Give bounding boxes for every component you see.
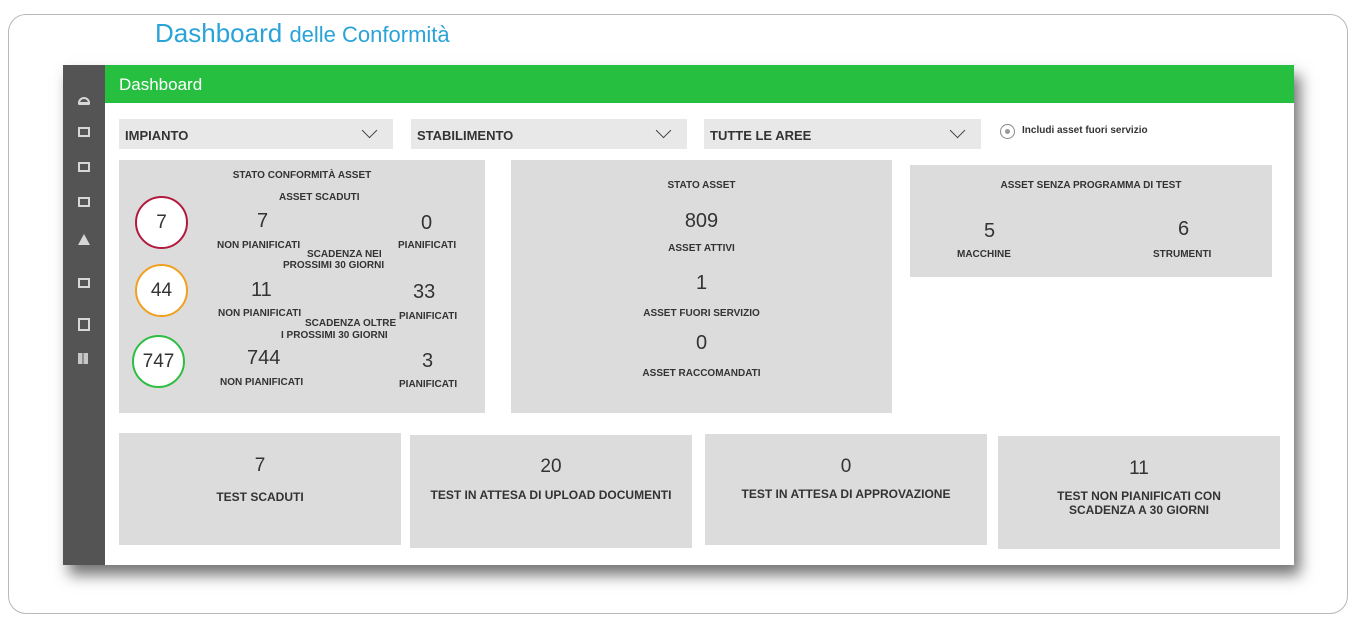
tablet-icon[interactable] <box>78 318 90 331</box>
page-title: Dashboard delle Conformità <box>139 17 466 51</box>
due30-unplanned-label: NON PIANIFICATI <box>218 308 302 319</box>
out-of-service-label: ASSET FUORI SERVIZIO <box>643 308 760 319</box>
home-icon[interactable] <box>78 97 90 105</box>
app-window: Dashboard IMPIANTO STABILIMENTO TUTTE LE… <box>63 65 1294 565</box>
asset-status-card[interactable]: STATO ASSET 809 ASSET ATTIVI 1 ASSET FUO… <box>511 160 892 413</box>
stabilimento-dropdown-label: STABILIMENTO <box>417 128 514 143</box>
page-title-suffix: delle Conformità <box>289 22 450 47</box>
expired-planned-value: 0 <box>421 212 433 234</box>
beyond30-planned-value: 3 <box>422 350 434 372</box>
aree-dropdown[interactable]: TUTTE LE AREE <box>704 119 981 149</box>
header-bar: Dashboard <box>105 65 1294 103</box>
chevron-down-icon <box>655 122 672 139</box>
active-assets-value: 809 <box>684 210 719 232</box>
include-out-of-service-label: Includi asset fuori servizio <box>1022 125 1148 136</box>
compliance-card[interactable]: STATO CONFORMITÀ ASSET ASSET SCADUTI 7 7… <box>119 160 485 413</box>
overdue-tests-card[interactable]: 7 TEST SCADUTI <box>119 433 401 545</box>
beyond30-heading-1: SCADENZA OLTRE <box>305 318 397 329</box>
due30-heading-1: SCADENZA NEI <box>307 249 382 260</box>
instruments-label: STRUMENTI <box>1153 249 1212 260</box>
instruments-value: 6 <box>1178 218 1190 240</box>
beyond30-unplanned-label: NON PIANIFICATI <box>220 377 304 388</box>
beyond30-planned-label: PIANIFICATI <box>399 379 458 390</box>
overdue-tests-label: TEST SCADUTI <box>216 490 304 504</box>
out-of-service-value: 1 <box>695 272 708 294</box>
book-icon[interactable] <box>78 353 88 364</box>
recommended-label: ASSET RACCOMANDATI <box>642 368 761 379</box>
unplanned-30-days-value: 11 <box>1129 458 1149 479</box>
include-out-of-service-radio[interactable] <box>1000 124 1015 139</box>
due30-heading-2: PROSSIMI 30 GIORNI <box>283 260 385 271</box>
calendar-icon[interactable] <box>78 197 90 207</box>
sidebar <box>63 65 105 565</box>
aree-dropdown-label: TUTTE LE AREE <box>710 128 812 143</box>
chevron-down-icon <box>361 122 378 139</box>
awaiting-approval-card[interactable]: 0 TEST IN ATTESA DI APPROVAZIONE <box>705 434 987 545</box>
expired-total-circle: 7 <box>135 196 188 249</box>
due30-planned-value: 33 <box>413 281 436 303</box>
beyond30-total-circle: 747 <box>132 335 185 388</box>
awaiting-approval-label: TEST IN ATTESA DI APPROVAZIONE <box>741 487 951 501</box>
chevron-down-icon <box>949 122 966 139</box>
awaiting-upload-value: 20 <box>540 456 562 477</box>
unplanned-30-days-card[interactable]: 11 TEST NON PIANIFICATI CON SCADENZA A 3… <box>998 436 1280 549</box>
impianto-dropdown[interactable]: IMPIANTO <box>119 119 393 149</box>
expired-planned-label: PIANIFICATI <box>398 240 457 251</box>
awaiting-approval-value: 0 <box>840 456 852 477</box>
machines-label: MACCHINE <box>957 249 1011 260</box>
flask-icon[interactable] <box>78 234 90 245</box>
awaiting-upload-card[interactable]: 20 TEST IN ATTESA DI UPLOAD DOCUMENTI <box>410 435 692 548</box>
active-assets-label: ASSET ATTIVI <box>668 243 735 254</box>
page-title-main: Dashboard <box>155 18 283 48</box>
unplanned-30-days-label: TEST NON PIANIFICATI CON SCADENZA A 30 G… <box>1057 489 1221 517</box>
no-test-program-title: ASSET SENZA PROGRAMMA DI TEST <box>1000 180 1182 191</box>
due30-total-circle: 44 <box>135 264 188 317</box>
asset-status-title: STATO ASSET <box>667 180 736 191</box>
monitor-icon[interactable] <box>78 127 90 137</box>
awaiting-upload-label: TEST IN ATTESA DI UPLOAD DOCUMENTI <box>430 488 672 502</box>
expired-unplanned-value: 7 <box>257 210 269 232</box>
header-title: Dashboard <box>119 75 203 94</box>
due30-planned-label: PIANIFICATI <box>399 311 458 322</box>
beyond30-heading-2: I PROSSIMI 30 GIORNI <box>281 330 388 341</box>
compliance-title: STATO CONFORMITÀ ASSET <box>232 170 372 181</box>
impianto-dropdown-label: IMPIANTO <box>125 128 189 143</box>
machines-value: 5 <box>984 220 996 242</box>
due30-unplanned-value: 11 <box>251 279 272 301</box>
recommended-value: 0 <box>695 332 708 354</box>
expired-heading: ASSET SCADUTI <box>279 192 360 203</box>
edit-icon[interactable] <box>78 162 90 172</box>
stabilimento-dropdown[interactable]: STABILIMENTO <box>411 119 687 149</box>
expired-unplanned-label: NON PIANIFICATI <box>217 240 301 251</box>
overdue-tests-value: 7 <box>254 455 266 476</box>
square-icon[interactable] <box>78 278 90 288</box>
beyond30-unplanned-value: 744 <box>247 347 281 369</box>
no-test-program-card[interactable]: ASSET SENZA PROGRAMMA DI TEST 5 6 MACCHI… <box>910 165 1272 277</box>
